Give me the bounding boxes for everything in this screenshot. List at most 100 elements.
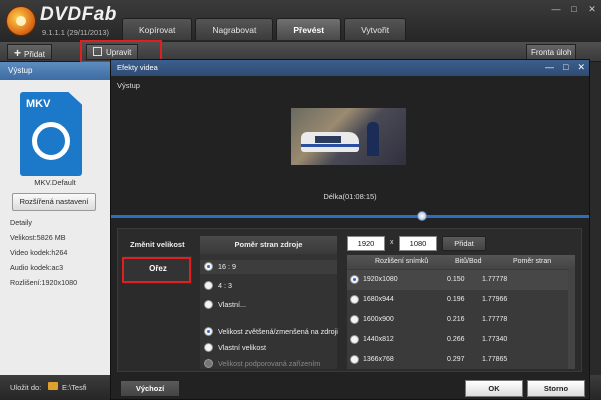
main-tabs: Kopírovat Nagrabovat Převést Vytvořit <box>122 18 407 40</box>
mkv-format-icon[interactable]: MKV <box>20 92 82 176</box>
matroska-glyph-icon <box>32 122 70 160</box>
save-to-label: Uložit do: <box>10 383 42 392</box>
cell-resolution: 1366x768 <box>363 356 394 363</box>
maximize-icon[interactable]: □ <box>563 62 568 73</box>
cell-bits: 0.297 <box>447 356 465 363</box>
details-title: Detaily <box>10 218 32 227</box>
scale-option-label: Velikost podporovaná zařízením <box>218 359 321 368</box>
folder-icon[interactable] <box>48 382 58 390</box>
radio-icon <box>204 300 213 309</box>
radio-icon <box>204 343 213 352</box>
radio-icon <box>350 355 359 364</box>
table-row[interactable]: 1440x812 0.266 1.77340 <box>347 330 575 350</box>
window-controls: — □ ✕ <box>551 4 597 14</box>
aspect-option-4-3[interactable]: 4 : 3 <box>204 281 232 290</box>
times-sign: x <box>390 239 394 246</box>
cell-resolution: 1920x1080 <box>363 276 398 283</box>
radio-icon <box>204 359 213 368</box>
dialog-title-bar: Efekty videa — □ ✕ <box>111 60 589 76</box>
radio-icon <box>350 315 359 324</box>
ok-button[interactable]: OK <box>465 380 523 397</box>
app-name: DVDFab <box>40 4 117 25</box>
aspect-option-custom[interactable]: Vlastní... <box>204 300 246 309</box>
cell-ratio: 1.77966 <box>482 296 508 303</box>
advanced-settings-button[interactable]: Rozšířená nastavení <box>12 193 96 211</box>
tab-copy[interactable]: Kopírovat <box>122 18 193 40</box>
aspect-option-label: Vlastní... <box>218 300 246 309</box>
radio-icon <box>204 281 213 290</box>
table-row[interactable]: 1680x944 0.196 1.77966 <box>347 290 575 310</box>
cell-ratio: 1.77778 <box>482 316 508 323</box>
cancel-button[interactable]: Storno <box>527 380 585 397</box>
dialog-title: Efekty videa <box>117 63 158 72</box>
aspect-option-label: 4 : 3 <box>218 281 232 290</box>
preview-police-car <box>301 132 359 152</box>
scale-option-label: Velikost zvětšená/zmenšená na zdroji <box>218 327 338 336</box>
close-icon[interactable]: ✕ <box>587 4 597 14</box>
change-size-label[interactable]: Změnit velikost <box>130 240 185 249</box>
table-row[interactable]: 1920x1080 0.150 1.77778 <box>347 270 575 290</box>
aspect-option-label: 16 : 9 <box>218 262 236 271</box>
task-queue-button[interactable]: Fronta úloh <box>526 44 577 60</box>
column-header-resolution: Rozlišení snímků <box>375 258 429 265</box>
resize-settings-area: Změnit velikost Ořez Poměr stran zdroje … <box>117 228 582 372</box>
dialog-window-controls: — □ ✕ <box>545 62 585 73</box>
add-button-label: Přidat <box>24 50 45 59</box>
scale-option-custom[interactable]: Vlastní velikost <box>204 343 266 352</box>
radio-icon <box>350 335 359 344</box>
preview-person <box>367 122 379 156</box>
cell-ratio: 1.77340 <box>482 336 508 343</box>
aspect-ratio-header: Poměr stran zdroje <box>200 236 337 254</box>
detail-video-codec: Video kodek:h264 <box>10 248 68 257</box>
table-row[interactable]: 1366x768 0.297 1.77865 <box>347 350 575 370</box>
scale-option-label: Vlastní velikost <box>218 343 266 352</box>
cell-ratio: 1.77778 <box>482 276 508 283</box>
column-header-bits: Bitů/Bod <box>455 258 482 265</box>
seek-slider-thumb[interactable] <box>416 211 427 221</box>
preview-car-stripe <box>301 144 359 147</box>
table-row[interactable]: 1600x900 0.216 1.77778 <box>347 310 575 330</box>
tab-rip[interactable]: Nagrabovat <box>195 18 274 40</box>
profile-name: MKV.Default <box>34 178 76 187</box>
duration-label: Délka(01:08:15) <box>323 192 377 201</box>
cell-resolution: 1600x900 <box>363 316 394 323</box>
table-header: Rozlišení snímků Bitů/Bod Poměr stran <box>347 255 575 269</box>
output-panel: Výstup MKV MKV.Default Rozšířená nastave… <box>0 62 110 375</box>
aspect-ratio-panel: Poměr stran zdroje 16 : 9 4 : 3 Vlastní.… <box>200 236 338 369</box>
scale-option-device: Velikost podporovaná zařízením <box>204 359 320 368</box>
preview-output-label: Výstup <box>117 81 140 90</box>
app-version: 9.1.1.1 (29/11/2013) <box>42 28 109 37</box>
tab-create[interactable]: Vytvořit <box>344 18 407 40</box>
table-scrollbar[interactable] <box>568 269 575 369</box>
save-path[interactable]: E:\Tesfi <box>62 383 87 392</box>
cell-bits: 0.196 <box>447 296 465 303</box>
radio-icon <box>350 295 359 304</box>
height-input[interactable]: 1080 <box>399 236 437 251</box>
minimize-icon[interactable]: — <box>545 62 554 73</box>
aspect-option-16-9[interactable]: 16 : 9 <box>204 262 236 271</box>
cell-resolution: 1680x944 <box>363 296 394 303</box>
crop-button-highlight <box>122 257 191 283</box>
maximize-icon[interactable]: □ <box>569 4 579 14</box>
add-button[interactable]: + Přidat <box>7 44 52 60</box>
detail-resolution: Rozlišení:1920x1080 <box>10 278 78 287</box>
default-button[interactable]: Výchozí <box>120 380 180 397</box>
dvdfab-logo-icon <box>6 6 36 36</box>
cell-resolution: 1440x812 <box>363 336 394 343</box>
video-preview <box>291 108 406 165</box>
column-header-ratio: Poměr stran <box>513 258 552 265</box>
detail-size: Velikost:5826 MB <box>10 233 66 242</box>
plus-icon: + <box>14 46 22 60</box>
cell-bits: 0.266 <box>447 336 465 343</box>
tab-convert[interactable]: Převést <box>276 18 342 40</box>
title-bar: DVDFab 9.1.1.1 (29/11/2013) Kopírovat Na… <box>0 0 601 42</box>
scale-option-source[interactable]: Velikost zvětšená/zmenšená na zdroji <box>204 327 338 336</box>
add-resolution-button[interactable]: Přidat <box>442 236 486 251</box>
close-icon[interactable]: ✕ <box>577 62 585 73</box>
seek-slider-track[interactable] <box>111 215 589 218</box>
radio-icon <box>204 262 213 271</box>
width-input[interactable]: 1920 <box>347 236 385 251</box>
minimize-icon[interactable]: — <box>551 4 561 14</box>
cell-bits: 0.150 <box>447 276 465 283</box>
radio-icon <box>204 327 213 336</box>
